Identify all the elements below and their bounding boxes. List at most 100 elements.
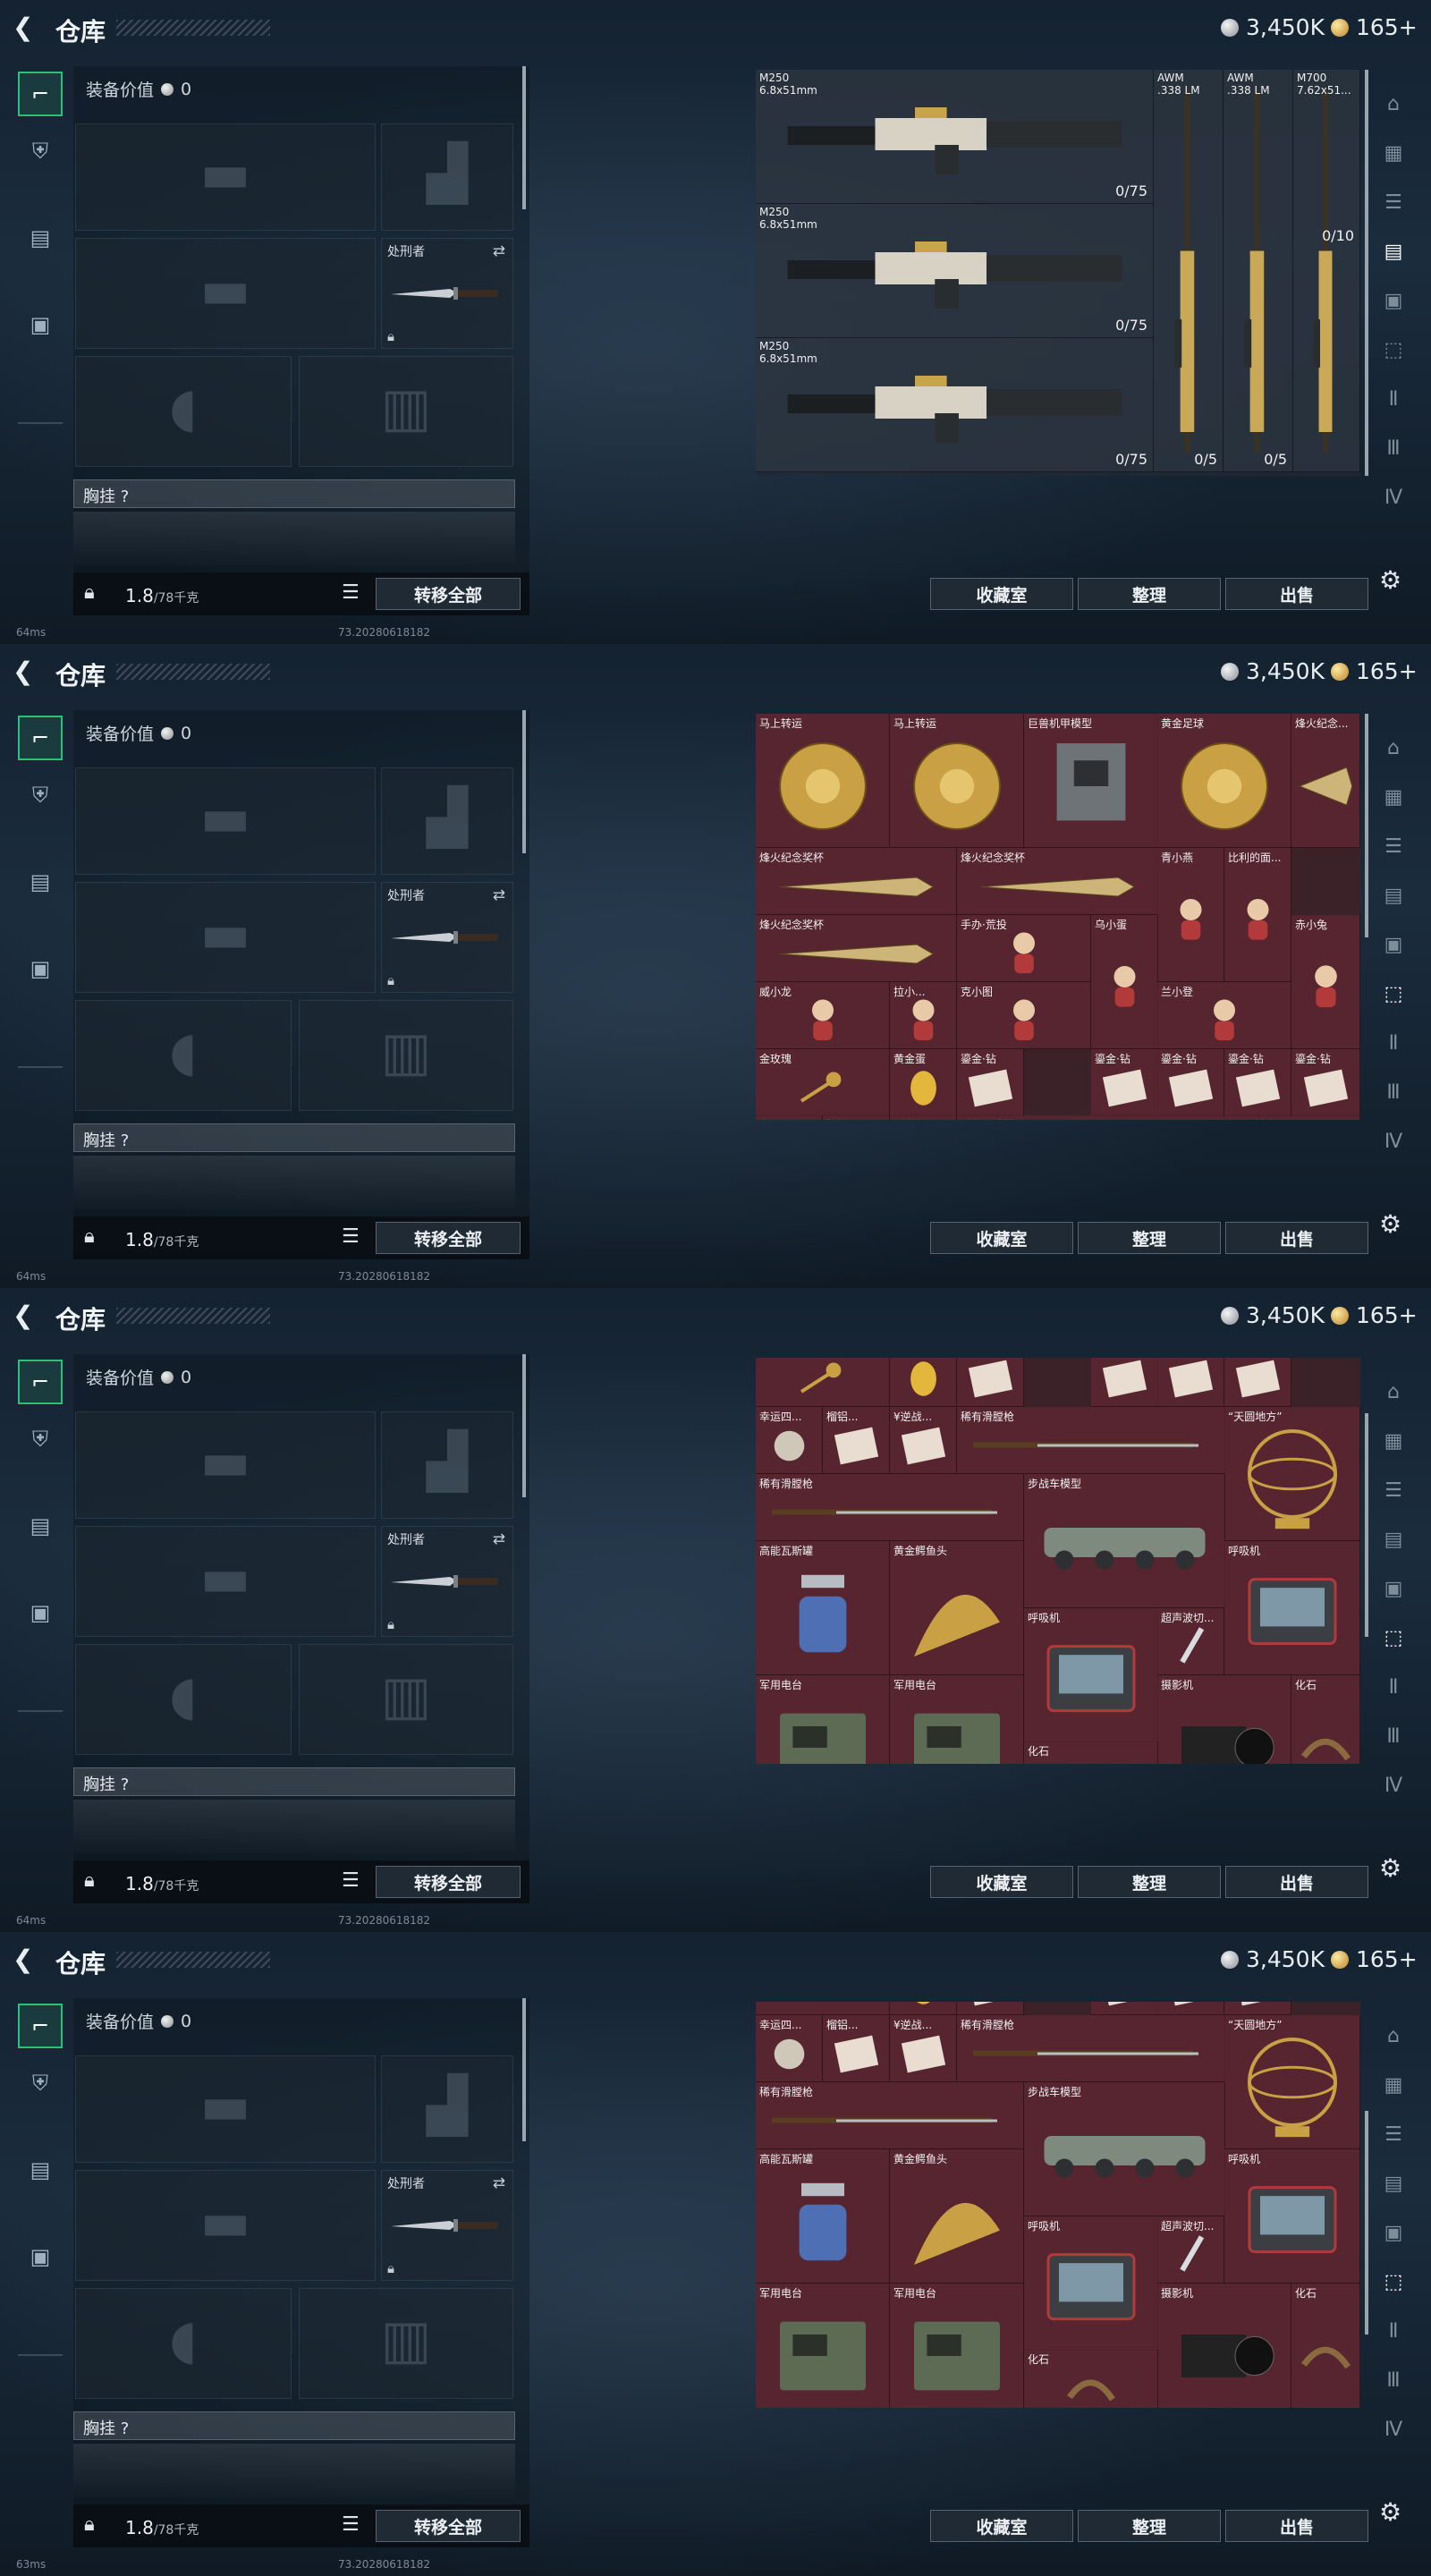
collectible-item[interactable]: 手办·荒投 (957, 915, 1091, 982)
collectible-item[interactable]: 军用电台 (890, 2284, 1024, 2408)
tab-armor[interactable]: ⛨ (18, 2061, 63, 2106)
collectible-item[interactable]: 金玫瑰 (756, 2002, 890, 2015)
equipment-scrollbar[interactable] (522, 1354, 526, 1497)
ammo-tab-icon[interactable]: ☰ (1377, 830, 1410, 862)
transfer-all-button[interactable]: 转移全部 (376, 578, 521, 610)
collectible-item[interactable]: 高能瓦斯罐 (756, 2149, 890, 2284)
collectible-item[interactable]: 稀有滑膛枪 (957, 2015, 1225, 2082)
chest-rig-slot[interactable]: 胸挂 ? (73, 2411, 515, 2440)
collectible-item[interactable]: 呼吸机 (1224, 1541, 1360, 1675)
sort-button[interactable]: 整理 (1078, 578, 1221, 610)
padlock-icon[interactable]: 🔒︎ (84, 1225, 95, 1248)
level-iv-icon[interactable]: Ⅳ (1377, 481, 1410, 513)
collectible-item[interactable]: 鎏金·钻 (1224, 2002, 1291, 2015)
collectible-item[interactable]: 比利的面... (1224, 848, 1291, 982)
collectible-item[interactable]: “天圆地方” (1224, 1407, 1360, 1541)
silver-currency[interactable]: 3,450K (1221, 1302, 1325, 1328)
collectible-item[interactable]: 鎏金·钻 (1157, 1358, 1224, 1407)
weapon-item[interactable]: M250 6.8x51mm 0/75 (756, 70, 1154, 204)
tab-vest[interactable]: ▤ (18, 216, 63, 260)
list-icon[interactable]: ☰ (342, 581, 360, 604)
sidearm-slot[interactable]: ▟ (381, 767, 513, 875)
collectible-item[interactable]: 烽火纪念奖杯 (756, 848, 957, 915)
collectible-item[interactable]: 稀有滑膛枪 (756, 1474, 1024, 1541)
collectible-item[interactable]: 黄金足球 (1157, 714, 1291, 848)
level-iii-icon[interactable]: Ⅲ (1377, 2364, 1410, 2396)
settings-gear-icon[interactable]: ⚙ (1379, 565, 1401, 595)
rifle-tab-icon[interactable]: ▤ (1377, 2167, 1410, 2199)
stash-scrollbar[interactable] (1365, 714, 1368, 937)
collectible-item[interactable]: 烽火纪念奖杯 (957, 848, 1158, 915)
tab-backpack[interactable]: ▣ (18, 302, 63, 347)
tab-vest[interactable]: ▤ (18, 2148, 63, 2192)
tab-weapons[interactable]: ⌐ (18, 72, 63, 116)
weapon-tab-icon[interactable]: ▦ (1377, 137, 1410, 169)
collectible-item[interactable]: 稀有滑膛枪 (957, 1115, 1225, 1120)
sell-button[interactable]: 出售 (1225, 2510, 1368, 2542)
level-ii-icon[interactable]: Ⅱ (1377, 1671, 1410, 1703)
weapon-tab-icon[interactable]: ▦ (1377, 2069, 1410, 2101)
collectible-item[interactable]: 幸运四... (756, 2015, 823, 2082)
collectible-item[interactable]: 鎏金·钻 (1091, 1049, 1158, 1116)
melee-slot[interactable]: 处刑者 ⇄ 🔒︎ (381, 1526, 513, 1637)
collectible-item[interactable]: 呼吸机 (1224, 2149, 1360, 2284)
home-icon[interactable]: ⌂ (1377, 1376, 1410, 1408)
sort-button[interactable]: 整理 (1078, 1222, 1221, 1254)
weapon-item[interactable]: M250 6.8x51mm 0/75 (756, 204, 1154, 338)
level-iv-icon[interactable]: Ⅳ (1377, 1125, 1410, 1157)
list-icon[interactable]: ☰ (342, 1225, 360, 1248)
armor-slot[interactable]: ▥ (299, 356, 513, 467)
collectible-item[interactable]: 鎏金·钻 (1091, 1358, 1158, 1407)
collectible-item[interactable]: 青小燕 (1157, 848, 1224, 982)
home-icon[interactable]: ⌂ (1377, 88, 1410, 120)
collection-room-button[interactable]: 收藏室 (930, 1222, 1073, 1254)
collectible-item[interactable]: 金玫瑰 (756, 1358, 890, 1407)
sort-button[interactable]: 整理 (1078, 2510, 1221, 2542)
weapon-item[interactable]: M700 7.62x51... 0/10 (1293, 70, 1360, 472)
padlock-icon[interactable]: 🔒︎ (84, 581, 95, 604)
sell-button[interactable]: 出售 (1225, 578, 1368, 610)
collectible-item[interactable]: “天圆地方” (1224, 1115, 1360, 1120)
ammo-tab-icon[interactable]: ☰ (1377, 1474, 1410, 1506)
collectible-item[interactable]: 烽火纪念... (1291, 714, 1360, 848)
level-ii-icon[interactable]: Ⅱ (1377, 2315, 1410, 2347)
armor-slot[interactable]: ▥ (299, 1644, 513, 1755)
tab-weapons[interactable]: ⌐ (18, 2004, 63, 2048)
collectible-item[interactable]: 鎏金·钻 (957, 1358, 1024, 1407)
padlock-icon[interactable]: 🔒︎ (84, 1869, 95, 1892)
collectible-item[interactable]: 巨兽机甲模型 (1024, 714, 1158, 848)
collectible-item[interactable]: 步战车模型 (1024, 1474, 1225, 1608)
collection-room-button[interactable]: 收藏室 (930, 1866, 1073, 1898)
collectible-item[interactable]: 摄影机 (1157, 1675, 1291, 1764)
collectible-item[interactable]: 呼吸机 (1024, 2216, 1158, 2351)
settings-gear-icon[interactable]: ⚙ (1379, 1853, 1401, 1883)
sidearm-slot[interactable]: ▟ (381, 1411, 513, 1519)
collectible-item[interactable]: 化石 (1291, 2284, 1360, 2408)
collectible-item[interactable]: 化石 (1291, 1675, 1360, 1764)
collectible-item[interactable]: 鎏金·钻 (1157, 2002, 1224, 2015)
helmet-slot[interactable]: ◖ (75, 2288, 292, 2399)
collectible-item[interactable]: 幸运四... (756, 1115, 823, 1120)
collectible-tab-icon[interactable]: ⬚ (1377, 2266, 1410, 2298)
collectible-item[interactable]: ¥逆战... (890, 1115, 957, 1120)
collectible-tab-icon[interactable]: ⬚ (1377, 1622, 1410, 1654)
collectible-item[interactable]: 黄金鳄鱼头 (890, 1541, 1024, 1675)
primary-weapon-slot[interactable]: ▬ (75, 767, 376, 875)
collectible-item[interactable]: 鎏金·钻 (957, 1049, 1024, 1116)
gold-currency[interactable]: 165+ (1331, 1946, 1418, 1972)
secondary-weapon-slot[interactable]: ▬ (75, 882, 376, 993)
collectible-item[interactable]: 克小图 (957, 982, 1091, 1049)
tab-weapons[interactable]: ⌐ (18, 716, 63, 760)
collectible-item[interactable]: 鎏金·钻 (1224, 1358, 1291, 1407)
scope-tab-icon[interactable]: ▣ (1377, 284, 1410, 317)
collectible-item[interactable]: 超声波切... (1157, 1608, 1224, 1675)
collectible-item[interactable]: 黄金蛋 (890, 1049, 957, 1116)
back-arrow-icon[interactable]: ❮ (13, 1302, 39, 1329)
collectible-item[interactable]: 鎏金·钻 (1224, 1049, 1291, 1116)
collectible-item[interactable]: 兰小登 (1157, 982, 1291, 1049)
tab-backpack[interactable]: ▣ (18, 946, 63, 991)
list-icon[interactable]: ☰ (342, 1869, 360, 1892)
back-arrow-icon[interactable]: ❮ (13, 1946, 39, 1973)
collectible-item[interactable]: 榴铝... (823, 1407, 890, 1474)
armor-slot[interactable]: ▥ (299, 1000, 513, 1111)
